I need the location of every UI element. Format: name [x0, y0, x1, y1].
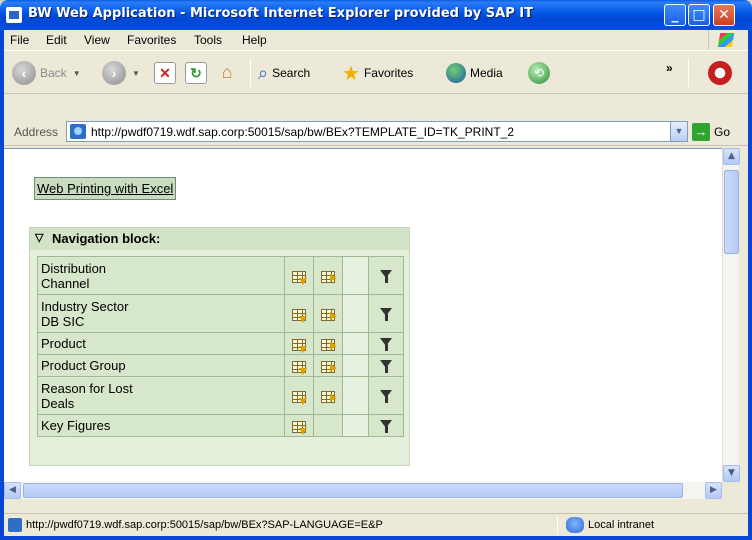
- drilldown-across-icon[interactable]: [321, 390, 337, 403]
- table-row: Product: [37, 332, 404, 355]
- pdf-button[interactable]: [708, 59, 732, 87]
- drilldown-down-icon[interactable]: [292, 360, 307, 375]
- drilldown-across-icon[interactable]: [321, 270, 337, 283]
- browser-window: BW Web Application - Microsoft Internet …: [0, 0, 752, 540]
- navigation-table: Distribution Channel Industry Sector DB SI…: [37, 256, 404, 437]
- filter-icon[interactable]: [379, 420, 393, 434]
- characteristic-name: Product Group: [37, 354, 285, 377]
- go-arrow-icon: →: [692, 123, 710, 141]
- drilldown-down-icon[interactable]: [292, 338, 307, 353]
- scroll-right-icon[interactable]: ▶: [705, 482, 722, 499]
- chevron-down-icon[interactable]: ▼: [73, 69, 81, 78]
- filter-icon[interactable]: [379, 390, 393, 404]
- table-row: Key Figures: [37, 414, 404, 437]
- table-row: Reason for Lost Deals: [37, 376, 404, 415]
- horizontal-scroll-thumb[interactable]: [23, 483, 683, 498]
- table-row: Distribution Channel: [37, 256, 404, 295]
- star-icon: ★: [342, 62, 360, 85]
- history-icon: ⟲: [528, 62, 550, 84]
- scroll-left-icon[interactable]: ◀: [4, 482, 21, 499]
- page-content: Web Printing with Excel ▽ Navigation blo…: [4, 148, 722, 482]
- table-row: Product Group: [37, 354, 404, 377]
- drilldown-across-icon[interactable]: [321, 360, 337, 373]
- drilldown-across-icon[interactable]: [321, 338, 337, 351]
- scroll-up-icon[interactable]: ▲: [723, 148, 740, 165]
- toolbar-separator: [688, 59, 689, 87]
- menu-file[interactable]: File: [10, 33, 29, 47]
- intranet-zone-icon: [566, 517, 584, 533]
- window-title: BW Web Application - Microsoft Internet …: [28, 6, 533, 21]
- menu-bar: File Edit View Favorites Tools Help: [4, 30, 748, 50]
- table-row: Industry Sector DB SIC: [37, 294, 404, 333]
- refresh-button[interactable]: ↻: [185, 59, 207, 87]
- drilldown-down-icon[interactable]: [292, 308, 307, 323]
- address-bar: Address http://pwdf0719.wdf.sap.corp:500…: [4, 118, 748, 146]
- drilldown-down-icon[interactable]: [292, 390, 307, 405]
- address-input[interactable]: http://pwdf0719.wdf.sap.corp:50015/sap/b…: [66, 121, 688, 142]
- characteristic-name: Reason for Lost Deals: [37, 376, 285, 415]
- filter-icon[interactable]: [379, 338, 393, 352]
- scroll-corner: [722, 482, 739, 499]
- menu-tools[interactable]: Tools: [194, 33, 222, 47]
- toolbar: ‹ Back ▼ › ▼ ✕ ↻ ⌂ ⌕ Search ★ Favorites …: [4, 50, 748, 94]
- collapse-triangle-icon[interactable]: ▽: [35, 231, 43, 244]
- status-divider: [557, 516, 558, 534]
- forward-button[interactable]: › ▼: [102, 59, 140, 87]
- navigation-block-header[interactable]: ▽ Navigation block:: [30, 228, 409, 250]
- chevron-down-icon[interactable]: ▼: [670, 122, 687, 141]
- menu-edit[interactable]: Edit: [46, 33, 67, 47]
- chevron-down-icon[interactable]: ▼: [132, 69, 140, 78]
- minimize-button[interactable]: _: [664, 4, 686, 26]
- history-button[interactable]: ⟲: [528, 59, 550, 87]
- menu-help[interactable]: Help: [242, 33, 267, 47]
- page-icon: [8, 518, 22, 532]
- navigation-block: ▽ Navigation block: Distribution Channel …: [29, 227, 410, 466]
- address-label: Address: [14, 125, 59, 139]
- drilldown-down-icon[interactable]: [292, 270, 307, 285]
- maximize-button[interactable]: □: [688, 4, 710, 26]
- horizontal-scrollbar[interactable]: ◀ ▶: [4, 482, 722, 499]
- home-icon: ⌂: [221, 62, 233, 82]
- characteristic-name: Distribution Channel: [37, 256, 285, 295]
- search-button[interactable]: ⌕ Search: [258, 59, 310, 87]
- status-bar: http://pwdf0719.wdf.sap.corp:50015/sap/b…: [4, 513, 748, 536]
- menu-view[interactable]: View: [84, 33, 110, 47]
- stop-button[interactable]: ✕: [154, 59, 176, 87]
- menu-favorites[interactable]: Favorites: [127, 33, 176, 47]
- characteristic-name: Product: [37, 332, 285, 355]
- go-button[interactable]: → Go: [692, 122, 730, 142]
- characteristic-name: Industry Sector DB SIC: [37, 294, 285, 333]
- filter-icon[interactable]: [379, 360, 393, 374]
- vertical-scrollbar[interactable]: ▲ ▼: [722, 148, 740, 482]
- favorites-button[interactable]: ★ Favorites: [342, 59, 413, 87]
- security-zone-label: Local intranet: [588, 519, 655, 531]
- vertical-scroll-thumb[interactable]: [724, 170, 739, 254]
- filter-icon[interactable]: [379, 308, 393, 322]
- characteristic-name: Key Figures: [37, 414, 285, 437]
- windows-logo-icon: [708, 30, 742, 50]
- back-button[interactable]: ‹ Back ▼: [12, 59, 81, 87]
- page-icon: [70, 124, 86, 139]
- home-button[interactable]: ⌂: [216, 59, 238, 87]
- media-button[interactable]: Media: [446, 59, 503, 87]
- filter-icon[interactable]: [379, 270, 393, 284]
- drilldown-down-icon[interactable]: [292, 420, 307, 435]
- scroll-down-icon[interactable]: ▼: [723, 465, 740, 482]
- toolbar-separator: [250, 59, 251, 87]
- refresh-icon: ↻: [185, 62, 207, 84]
- forward-arrow-icon: ›: [102, 61, 126, 85]
- stop-icon: ✕: [154, 62, 176, 84]
- pdf-icon: [708, 61, 732, 85]
- search-icon: ⌕: [258, 62, 269, 83]
- media-icon: [446, 63, 466, 83]
- web-printing-excel-link[interactable]: Web Printing with Excel: [34, 177, 177, 200]
- address-url[interactable]: http://pwdf0719.wdf.sap.corp:50015/sap/b…: [91, 125, 514, 139]
- back-arrow-icon: ‹: [12, 61, 36, 85]
- toolbar-overflow-chevron-icon[interactable]: »: [666, 61, 673, 75]
- close-button[interactable]: ✕: [713, 4, 735, 26]
- drilldown-across-icon[interactable]: [321, 308, 337, 321]
- ie-icon: [6, 7, 22, 23]
- title-bar[interactable]: BW Web Application - Microsoft Internet …: [0, 0, 752, 30]
- status-text: http://pwdf0719.wdf.sap.corp:50015/sap/b…: [26, 519, 383, 531]
